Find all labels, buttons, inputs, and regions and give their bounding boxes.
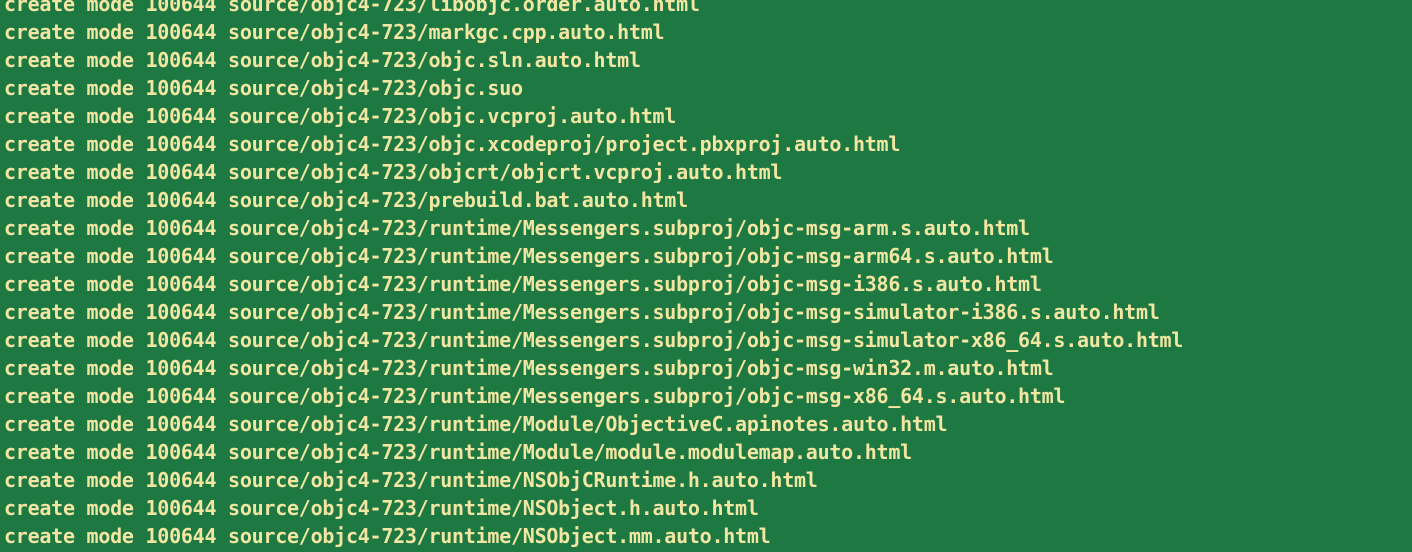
output-line: create mode 100644 source/objc4-723/objc… <box>4 160 783 184</box>
terminal-window[interactable]: create mode 100644 source/objc4-723/libo… <box>0 0 1412 552</box>
output-line: create mode 100644 source/objc4-723/runt… <box>4 496 759 520</box>
terminal-output: create mode 100644 source/objc4-723/libo… <box>4 0 1183 550</box>
output-line: create mode 100644 source/objc4-723/mark… <box>4 20 665 44</box>
output-line: create mode 100644 source/objc4-723/preb… <box>4 188 688 212</box>
output-line: create mode 100644 source/objc4-723/runt… <box>4 300 1160 324</box>
output-line: create mode 100644 source/objc4-723/libo… <box>4 0 700 16</box>
output-line: create mode 100644 source/objc4-723/runt… <box>4 216 1030 240</box>
output-line: create mode 100644 source/objc4-723/objc… <box>4 132 901 156</box>
output-line: create mode 100644 source/objc4-723/runt… <box>4 440 912 464</box>
output-line: create mode 100644 source/objc4-723/runt… <box>4 384 1066 408</box>
output-line: create mode 100644 source/objc4-723/runt… <box>4 272 1042 296</box>
output-line: create mode 100644 source/objc4-723/runt… <box>4 244 1054 268</box>
output-line: create mode 100644 source/objc4-723/runt… <box>4 524 771 548</box>
output-line: create mode 100644 source/objc4-723/runt… <box>4 412 948 436</box>
output-line: create mode 100644 source/objc4-723/runt… <box>4 468 818 492</box>
output-line: create mode 100644 source/objc4-723/runt… <box>4 356 1054 380</box>
output-line: create mode 100644 source/objc4-723/objc… <box>4 76 523 100</box>
output-line: create mode 100644 source/objc4-723/objc… <box>4 104 677 128</box>
output-line: create mode 100644 source/objc4-723/runt… <box>4 328 1184 352</box>
output-line: create mode 100644 source/objc4-723/objc… <box>4 48 641 72</box>
